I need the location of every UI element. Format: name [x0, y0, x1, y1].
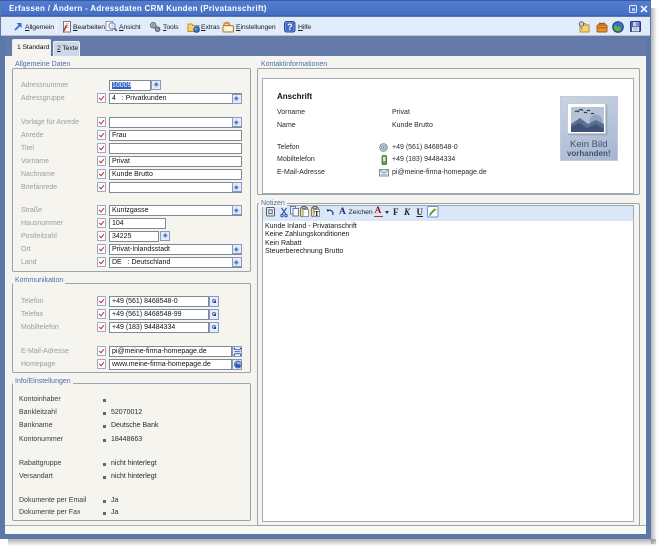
svg-text:T: T [314, 209, 319, 217]
svg-text:?: ? [287, 21, 293, 31]
